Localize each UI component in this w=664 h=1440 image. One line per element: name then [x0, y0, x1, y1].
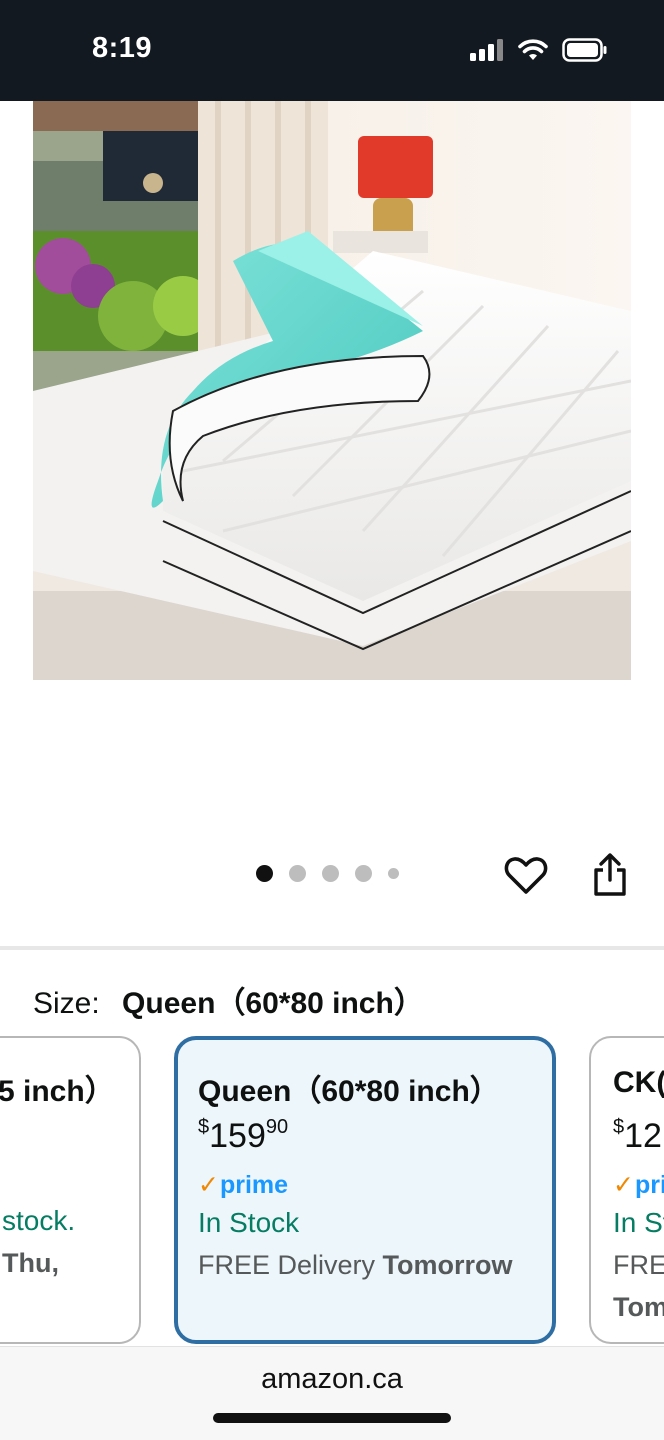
carousel-dot[interactable]: [289, 865, 306, 882]
delivery-info: FREE Delivery Tomorrow: [198, 1250, 513, 1281]
prime-badge: ✓prime: [198, 1170, 288, 1200]
stock-status: In St: [613, 1207, 664, 1238]
product-page: 8:19 Size: Queen（60*80 inch） 5 inch） sto…: [0, 0, 664, 1440]
delivery-prefix: FREE: [613, 1250, 664, 1280]
carousel-dot[interactable]: [322, 865, 339, 882]
carousel-dot[interactable]: [388, 868, 399, 879]
carousel-dot[interactable]: [355, 865, 372, 882]
browser-bottom-bar: amazon.ca: [0, 1346, 664, 1440]
price-whole: 12: [624, 1117, 662, 1155]
delivery-day: Tom: [613, 1292, 664, 1322]
address-bar[interactable]: amazon.ca: [0, 1363, 664, 1396]
size-option-title: CK(: [613, 1066, 664, 1099]
price-currency: $: [613, 1116, 625, 1138]
add-to-list-button[interactable]: [503, 852, 549, 898]
delivery-info: Thu,: [2, 1248, 59, 1278]
size-label: Size:: [33, 987, 100, 1020]
price-whole: 159: [209, 1117, 266, 1155]
size-option-card[interactable]: 5 inch） stock. Thu,: [0, 1036, 141, 1344]
cellular-signal-icon: [470, 39, 503, 61]
status-icons: [470, 38, 608, 62]
home-indicator[interactable]: [213, 1413, 451, 1423]
stock-status: stock.: [2, 1205, 76, 1236]
heart-icon: [504, 857, 548, 894]
prime-label: pri: [634, 1171, 664, 1199]
delivery-prefix: FREE Delivery: [198, 1250, 383, 1280]
size-row: Size: Queen（60*80 inch）: [33, 978, 424, 1022]
carousel-dot[interactable]: [256, 865, 273, 882]
status-bar: 8:19: [0, 0, 664, 101]
price: $15990: [198, 1116, 288, 1156]
share-icon: [594, 853, 626, 896]
stock-status: In Stock: [198, 1207, 300, 1238]
price-fraction: 90: [265, 1116, 289, 1138]
mattress-topper-image: [33, 101, 631, 680]
share-button[interactable]: [588, 852, 632, 898]
size-option-card[interactable]: CK( $12 ✓pri In St FREE Tom: [589, 1036, 664, 1344]
delivery-day: Tomorrow: [382, 1250, 513, 1280]
size-option-title: 5 inch）: [0, 1075, 115, 1108]
battery-icon: [562, 38, 607, 62]
price: $12: [613, 1116, 662, 1156]
size-option-card-selected[interactable]: Queen（60*80 inch） $15990 ✓prime In Stock…: [174, 1036, 556, 1344]
product-image[interactable]: [33, 101, 631, 680]
prime-check-icon: ✓: [613, 1171, 634, 1199]
size-option-title: Queen（60*80 inch）: [198, 1075, 500, 1108]
carousel-dots: [256, 865, 399, 882]
section-divider: [0, 946, 664, 950]
prime-label: prime: [219, 1171, 289, 1199]
price-currency: $: [198, 1116, 210, 1138]
prime-badge: ✓pri: [613, 1170, 664, 1200]
status-time: 8:19: [92, 32, 153, 64]
prime-check-icon: ✓: [198, 1171, 219, 1199]
wifi-icon: [518, 39, 548, 60]
size-selected-value: Queen（60*80 inch）: [122, 987, 424, 1020]
